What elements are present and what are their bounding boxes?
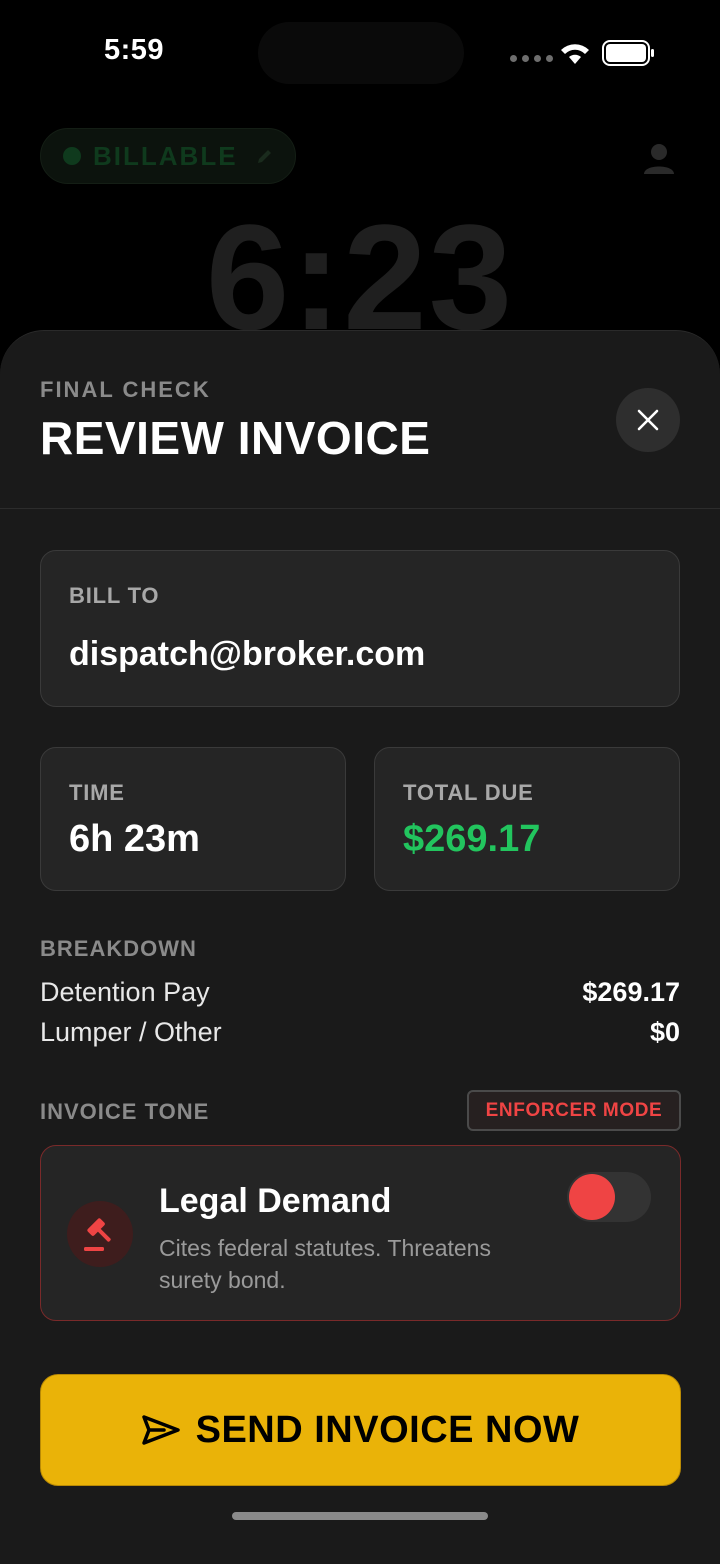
billable-status-dot: [63, 147, 81, 165]
send-invoice-button[interactable]: SEND INVOICE NOW: [40, 1374, 681, 1486]
time-label: TIME: [69, 780, 125, 805]
dynamic-island: [258, 22, 464, 84]
breakdown-row: Lumper / Other $0: [40, 1017, 680, 1048]
bill-to-email-field[interactable]: dispatch@broker.com: [69, 635, 649, 674]
bill-to-card: BILL TO dispatch@broker.com: [40, 550, 680, 707]
breakdown-item-name: Lumper / Other: [40, 1017, 222, 1047]
sheet-title: REVIEW INVOICE: [40, 412, 431, 464]
time-card: TIME 6h 23m: [40, 747, 346, 891]
home-indicator[interactable]: [232, 1512, 488, 1520]
time-value: 6h 23m: [69, 818, 200, 860]
breakdown-item-name: Detention Pay: [40, 977, 210, 1007]
close-button[interactable]: [616, 388, 680, 452]
sheet-eyebrow: FINAL CHECK: [40, 377, 211, 402]
gavel-icon: [84, 1218, 111, 1251]
background-screen: BILLABLE 6:23: [0, 110, 720, 352]
gavel-icon-badge: [67, 1201, 133, 1267]
toggle-knob: [569, 1174, 615, 1220]
close-icon: [637, 409, 659, 431]
status-time: 5:59: [104, 34, 165, 66]
send-invoice-label: SEND INVOICE NOW: [195, 1408, 580, 1451]
billable-label: BILLABLE: [93, 140, 238, 171]
tone-option-title: Legal Demand: [159, 1182, 392, 1220]
review-invoice-sheet: FINAL CHECK REVIEW INVOICE BILL TO dispa…: [0, 330, 720, 1564]
sheet-header: FINAL CHECK REVIEW INVOICE: [0, 331, 720, 509]
pencil-icon: [257, 150, 271, 163]
legal-demand-option[interactable]: Legal Demand Cites federal statutes. Thr…: [40, 1145, 681, 1321]
cellular-signal-icon: [510, 55, 553, 62]
total-due-label: TOTAL DUE: [403, 780, 534, 805]
invoice-tone-heading: INVOICE TONE: [40, 1099, 210, 1124]
total-due-value: $269.17: [403, 818, 541, 860]
breakdown-item-amount: $0: [649, 1017, 680, 1047]
enforcer-mode-badge: ENFORCER MODE: [467, 1090, 681, 1131]
breakdown-item-amount: $269.17: [582, 977, 680, 1007]
status-bar: 5:59: [0, 0, 720, 110]
billable-chip: BILLABLE: [40, 128, 296, 184]
breakdown-heading: BREAKDOWN: [40, 936, 197, 961]
tone-option-description: Cites federal statutes. Threatens surety…: [159, 1235, 491, 1293]
battery-icon: [602, 40, 654, 66]
profile-icon: [644, 144, 674, 174]
breakdown-row: Detention Pay $269.17: [40, 977, 680, 1008]
legal-demand-toggle[interactable]: [567, 1172, 651, 1222]
bill-to-label: BILL TO: [69, 583, 160, 608]
send-icon: [141, 1415, 180, 1445]
wifi-icon: [561, 44, 589, 64]
total-due-card: TOTAL DUE $269.17: [374, 747, 680, 891]
